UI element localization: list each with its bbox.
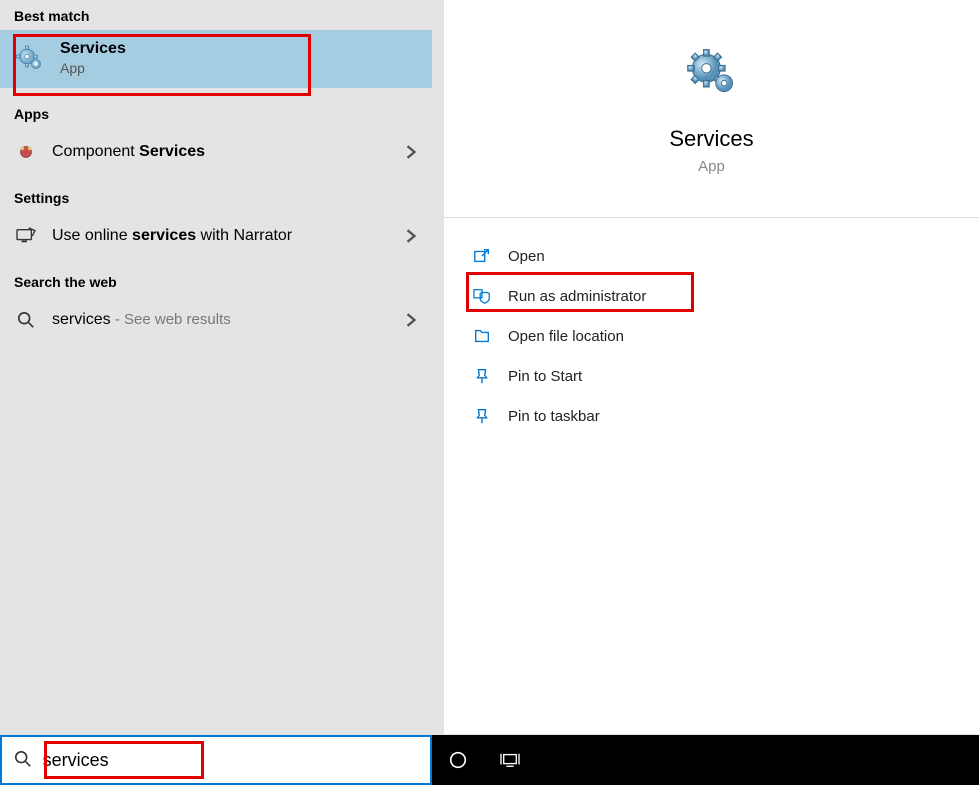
cortana-button[interactable] [432,735,484,785]
details-panel: Services App Open Run as administrator [444,0,979,734]
task-view-button[interactable] [484,735,536,785]
action-label: Pin to Start [508,368,582,385]
action-open[interactable]: Open [444,236,979,276]
taskbar-search-box[interactable] [0,735,432,785]
taskbar [0,735,979,785]
chevron-right-icon [404,229,418,243]
best-match-services[interactable]: Services App [0,30,432,88]
chevron-right-icon [404,313,418,327]
folder-icon [472,326,492,346]
component-services-icon [14,140,38,164]
web-item-services[interactable]: services - See web results [0,296,432,344]
action-run-as-admin[interactable]: Run as administrator [444,276,979,316]
settings-item-label: Use online services with Narrator [52,227,404,245]
best-match-header: Best match [0,0,432,30]
best-match-text: Services App [60,40,126,76]
search-results-panel: Best match Services [0,0,432,734]
best-match-title: Services [60,40,126,58]
settings-item-narrator[interactable]: Use online services with Narrator [0,212,432,260]
action-label: Pin to taskbar [508,408,600,425]
action-label: Open file location [508,328,624,345]
taskbar-right [432,735,979,785]
apps-item-component-services[interactable]: Component Services [0,128,432,176]
action-label: Open [508,248,545,265]
details-title: Services [444,126,979,152]
divider [444,217,979,218]
search-input[interactable] [43,750,418,771]
action-label: Run as administrator [508,288,646,305]
apps-header: Apps [0,98,432,128]
gear-icon-large [682,42,742,102]
action-open-file-location[interactable]: Open file location [444,316,979,356]
open-icon [472,246,492,266]
chevron-right-icon [404,145,418,159]
annotation-highlight [13,34,311,96]
action-pin-to-taskbar[interactable]: Pin to taskbar [444,396,979,436]
web-item-label: services - See web results [52,311,404,329]
pin-icon [472,406,492,426]
details-subtitle: App [444,158,979,175]
pin-icon [472,366,492,386]
search-icon [14,750,33,770]
shield-icon [472,286,492,306]
gear-icon [14,42,46,74]
search-icon [14,308,38,332]
settings-header: Settings [0,182,432,212]
action-pin-to-start[interactable]: Pin to Start [444,356,979,396]
apps-item-label: Component Services [52,143,404,161]
search-web-header: Search the web [0,266,432,296]
monitor-icon [14,224,38,248]
best-match-subtitle: App [60,60,126,76]
